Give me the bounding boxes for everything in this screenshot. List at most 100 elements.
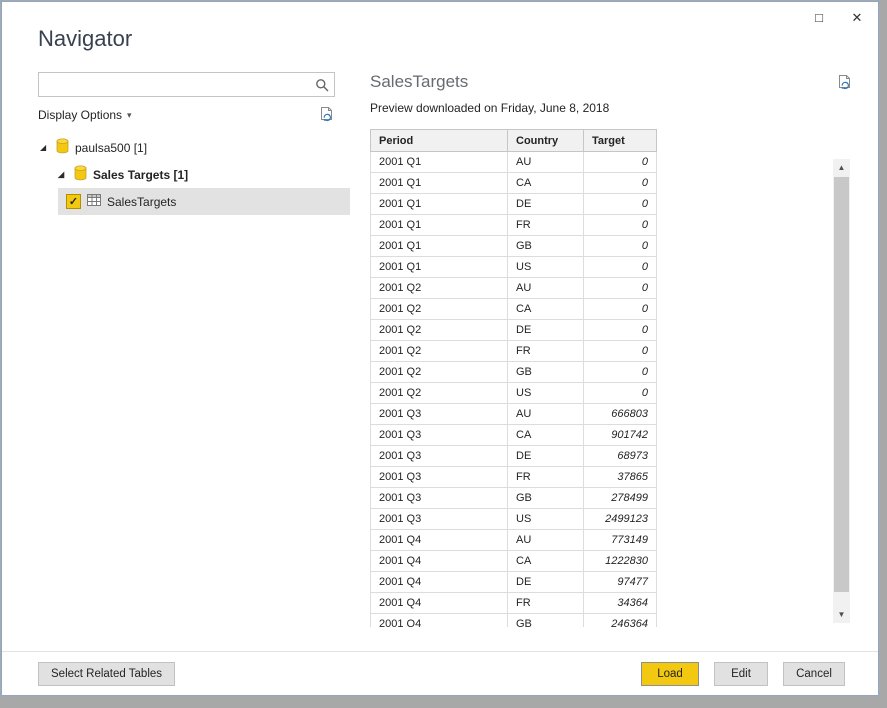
table-row: 2001 Q1GB0 xyxy=(371,236,657,257)
table-cell: 0 xyxy=(584,362,657,383)
chevron-down-icon: ▾ xyxy=(127,110,132,120)
edit-button[interactable]: Edit xyxy=(714,662,768,686)
table-cell: 0 xyxy=(584,173,657,194)
column-header-period: Period xyxy=(371,130,508,152)
table-cell: DE xyxy=(508,572,584,593)
table-row: 2001 Q1DE0 xyxy=(371,194,657,215)
table-cell: 2001 Q1 xyxy=(371,257,508,278)
table-cell: 0 xyxy=(584,278,657,299)
navigator-dialog: □ ✕ Navigator Display Options ▾ xyxy=(1,1,879,696)
table-cell: FR xyxy=(508,341,584,362)
table-cell: 97477 xyxy=(584,572,657,593)
table-cell: 0 xyxy=(584,383,657,404)
table-cell: 901742 xyxy=(584,425,657,446)
table-cell: 0 xyxy=(584,194,657,215)
salestargets-checkbox[interactable]: ✓ xyxy=(66,194,81,209)
database-icon xyxy=(74,165,87,184)
table-cell: FR xyxy=(508,593,584,614)
table-cell: 2001 Q1 xyxy=(371,215,508,236)
preview-subtitle: Preview downloaded on Friday, June 8, 20… xyxy=(370,101,609,115)
refresh-preview-icon[interactable] xyxy=(836,74,854,92)
table-cell: AU xyxy=(508,152,584,173)
preview-table-container: Period Country Target 2001 Q1AU02001 Q1C… xyxy=(370,129,658,627)
tree-item-salestargets[interactable]: ✓ SalesTargets xyxy=(58,188,350,215)
table-cell: 2001 Q2 xyxy=(371,341,508,362)
table-cell: AU xyxy=(508,404,584,425)
table-cell: 0 xyxy=(584,152,657,173)
table-row: 2001 Q1CA0 xyxy=(371,173,657,194)
expand-triangle-icon[interactable]: ◢ xyxy=(40,143,50,153)
table-cell: 2001 Q3 xyxy=(371,488,508,509)
table-cell: 0 xyxy=(584,236,657,257)
navigator-tree: ◢ paulsa500 [1] ◢ Sales Targets [1] ✓ xyxy=(38,134,350,215)
table-cell: 2001 Q2 xyxy=(371,299,508,320)
table-cell: 0 xyxy=(584,341,657,362)
table-cell: GB xyxy=(508,236,584,257)
page-title: Navigator xyxy=(38,26,132,52)
tree-item-sales-targets[interactable]: ◢ Sales Targets [1] xyxy=(38,161,350,188)
table-cell: CA xyxy=(508,551,584,572)
display-options-label: Display Options xyxy=(38,108,122,122)
table-cell: 246364 xyxy=(584,614,657,628)
table-cell: 2001 Q3 xyxy=(371,404,508,425)
table-cell: GB xyxy=(508,362,584,383)
scroll-up-icon[interactable]: ▲ xyxy=(833,159,850,176)
table-cell: 2001 Q1 xyxy=(371,173,508,194)
search-box xyxy=(38,72,335,97)
table-cell: 2001 Q1 xyxy=(371,194,508,215)
table-row: 2001 Q2DE0 xyxy=(371,320,657,341)
table-cell: DE xyxy=(508,446,584,467)
table-row: 2001 Q4CA1222830 xyxy=(371,551,657,572)
table-row: 2001 Q3DE68973 xyxy=(371,446,657,467)
table-row: 2001 Q2CA0 xyxy=(371,299,657,320)
table-cell: 37865 xyxy=(584,467,657,488)
select-related-tables-button[interactable]: Select Related Tables xyxy=(38,662,175,686)
column-header-country: Country xyxy=(508,130,584,152)
dialog-footer: Select Related Tables Load Edit Cancel xyxy=(2,651,878,695)
table-cell: 2001 Q2 xyxy=(371,278,508,299)
expand-triangle-icon[interactable]: ◢ xyxy=(58,170,68,180)
display-options-dropdown[interactable]: Display Options ▾ xyxy=(38,108,132,122)
table-cell: 2001 Q4 xyxy=(371,530,508,551)
refresh-navigator-icon[interactable] xyxy=(318,106,336,124)
search-input[interactable] xyxy=(39,73,310,96)
display-options-row: Display Options ▾ xyxy=(38,104,336,126)
table-cell: US xyxy=(508,509,584,530)
table-row: 2001 Q2US0 xyxy=(371,383,657,404)
tree-item-paulsa500[interactable]: ◢ paulsa500 [1] xyxy=(38,134,350,161)
table-cell: GB xyxy=(508,614,584,628)
close-button[interactable]: ✕ xyxy=(846,8,868,28)
table-cell: 2001 Q2 xyxy=(371,362,508,383)
table-cell: 0 xyxy=(584,299,657,320)
table-icon xyxy=(87,194,101,209)
preview-scrollbar[interactable]: ▲ ▼ xyxy=(833,159,850,623)
cancel-button[interactable]: Cancel xyxy=(783,662,845,686)
table-cell: US xyxy=(508,383,584,404)
window-controls: □ ✕ xyxy=(808,8,868,28)
scrollbar-thumb[interactable] xyxy=(834,177,849,592)
table-header-row: Period Country Target xyxy=(371,130,657,152)
maximize-button[interactable]: □ xyxy=(808,8,830,28)
table-cell: AU xyxy=(508,530,584,551)
tree-item-label: Sales Targets [1] xyxy=(93,168,188,182)
table-cell: 68973 xyxy=(584,446,657,467)
table-cell: FR xyxy=(508,467,584,488)
table-row: 2001 Q3US2499123 xyxy=(371,509,657,530)
table-row: 2001 Q3CA901742 xyxy=(371,425,657,446)
table-cell: 278499 xyxy=(584,488,657,509)
table-row: 2001 Q1US0 xyxy=(371,257,657,278)
table-row: 2001 Q3AU666803 xyxy=(371,404,657,425)
table-cell: 2001 Q2 xyxy=(371,383,508,404)
table-cell: 2001 Q2 xyxy=(371,320,508,341)
table-row: 2001 Q2GB0 xyxy=(371,362,657,383)
load-button[interactable]: Load xyxy=(641,662,699,686)
scroll-down-icon[interactable]: ▼ xyxy=(833,606,850,623)
table-cell: 2001 Q4 xyxy=(371,572,508,593)
table-cell: 2001 Q1 xyxy=(371,152,508,173)
table-row: 2001 Q4FR34364 xyxy=(371,593,657,614)
table-cell: 2001 Q3 xyxy=(371,446,508,467)
table-row: 2001 Q2AU0 xyxy=(371,278,657,299)
footer-action-buttons: Load Edit Cancel xyxy=(641,662,845,686)
table-cell: 0 xyxy=(584,257,657,278)
search-icon[interactable] xyxy=(310,73,334,96)
